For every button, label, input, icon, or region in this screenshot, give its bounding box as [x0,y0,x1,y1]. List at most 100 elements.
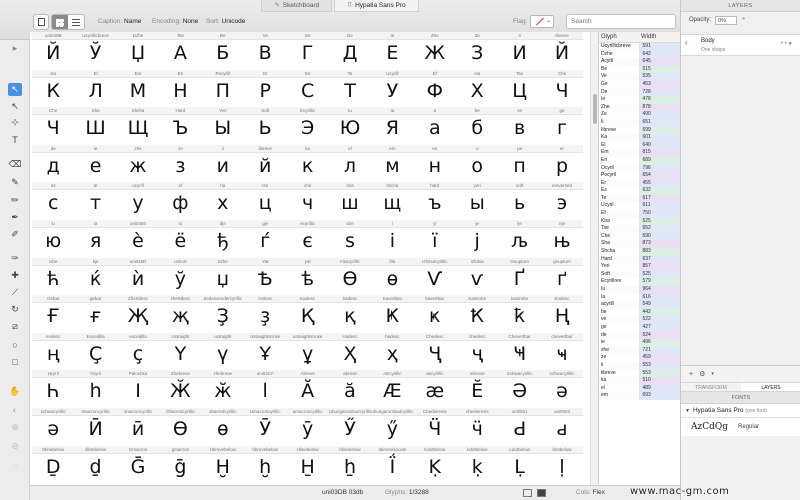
glyph-cell[interactable]: Ia Я [371,107,414,141]
glyph-cell[interactable]: ii и [201,144,244,179]
glyph-cell[interactable]: Zhebreve Ӂ [159,370,202,404]
glyph-width-cell[interactable]: 857 [638,263,680,271]
glyph-cell[interactable]: aа [413,107,456,141]
glyph-cell[interactable]: Umacroncyrillic Ӯ [244,408,287,442]
glyph-cell[interactable]: ze з [159,144,202,179]
small-tiles-icon[interactable] [523,489,532,497]
encoding-selector[interactable]: Encoding: None [152,18,198,25]
info-tool-icon[interactable]: ◌ [8,459,22,472]
glyph-cell[interactable]: soft ь [498,182,541,216]
glyph-cell[interactable]: chedesc ҷ [456,332,499,367]
glyph-cell[interactable]: de д [32,144,75,179]
glyph-cell[interactable]: Shcha Щ [116,107,160,141]
skew-tool-icon[interactable]: ⧄ [8,320,22,333]
glyph-width-cell[interactable]: 632 [638,187,680,195]
ellipse-tool-icon[interactable]: ○ [8,338,22,351]
glyph-cell[interactable]: Sha Ш [74,107,117,141]
glyph-cell[interactable]: hcyril һ [74,370,117,404]
glyph-width-cell[interactable]: 964 [638,286,680,294]
glyph-cell[interactable]: Imacroncyrillic Ӣ [74,408,117,442]
glyph-cell[interactable]: obarredcyrillic ө [201,408,244,442]
glyph-cell[interactable]: Chevertbar Ҹ [498,332,541,367]
glyph-cell[interactable]: hlinebelow ẖ [328,445,372,480]
glyph-cell[interactable]: Fitacyrillic Ѳ [328,257,372,292]
caption-selector[interactable]: Caption: Name [98,18,141,25]
glyph-cell[interactable]: umacroncyrillic ӯ [286,408,329,442]
knife-tool-icon[interactable]: ⟋ [8,286,22,299]
list-view-button[interactable] [68,15,84,29]
table-row[interactable]: Es 632 [599,187,680,195]
glyph-width-cell[interactable]: 524 [638,331,680,340]
zoom-tool-icon[interactable]: ⊕ [8,421,22,434]
column-header-width[interactable]: Width [639,32,656,42]
glyph-cell[interactable]: Schwacyrillic Ә [498,370,541,404]
glyph-width-cell[interactable]: 496 [638,339,680,347]
glyph-cell[interactable]: dzhe џ [201,257,244,292]
glyph-cell[interactable]: chevertbar ҹ [540,332,584,367]
table-row[interactable]: Kha 525 [599,217,680,226]
glyph-cell[interactable]: dje ђ [201,220,244,254]
glyph-cell[interactable]: fita ѳ [371,257,414,292]
glyph-cell[interactable]: gje ѓ [244,220,287,254]
glyph-width-cell[interactable]: 651 [638,118,680,127]
glyph-cell[interactable]: zhe ж [116,144,160,179]
glyph-width-cell[interactable]: 459 [638,354,680,362]
table-row[interactable]: ge 427 [599,323,680,332]
glyph-cell[interactable]: Zhertdesc Җ [116,295,160,329]
font-family-row[interactable]: ▼ Hypatia Sans Pro (one font) [681,404,800,418]
glyph-cell[interactable]: em м [371,144,414,179]
table-row[interactable]: Ia 616 [599,293,680,302]
table-row[interactable]: Dzhe 642 [599,50,680,59]
glyph-cell[interactable]: Ze З [456,32,499,66]
glyph-width-cell[interactable]: 750 [638,210,680,218]
glyph-cell[interactable]: ge г [540,107,584,141]
glyph-width-cell[interactable]: 617 [638,194,680,203]
glyph-cell[interactable]: ia я [74,220,117,254]
glyph-cell[interactable]: uni04CF ӏ [244,370,287,404]
glyph-cell[interactable]: Hcyril Һ [32,370,75,404]
measure-tool-icon[interactable]: ⊹ [8,116,22,129]
glyph-cell[interactable]: hadesc ҳ [371,332,414,367]
glyph-width-cell[interactable]: 611 [638,202,680,211]
table-row[interactable]: de 524 [599,331,680,340]
guide-tool-icon[interactable]: ⊘ [8,440,22,453]
glyph-width-cell[interactable]: 878 [638,103,680,112]
pencil-tool-icon[interactable]: ✏ [8,194,22,207]
glyph-cell[interactable]: Zhe Ж [413,32,456,66]
glyph-width-cell[interactable]: 883 [638,248,680,256]
glyph-width-cell[interactable]: 490 [638,111,680,119]
glyph-width-cell[interactable]: 522 [638,316,680,324]
glyph-cell[interactable]: zhertdesc җ [159,295,202,329]
table-row[interactable]: Iu 964 [599,286,680,294]
table-row[interactable]: Pecyril 654 [599,172,680,180]
sort-selector[interactable]: Sort: Unicode [206,18,245,25]
glyph-cell[interactable]: Tse А [159,32,202,66]
glyph-cell[interactable]: zedesc ҙ [244,295,287,329]
table-row[interactable]: Shcha 883 [599,248,680,256]
glyph-cell[interactable]: nje њ [540,220,584,254]
glyph-cell[interactable]: uni0450 è [116,220,160,254]
glyph-width-cell[interactable]: 442 [638,308,680,317]
table-row[interactable]: En 689 [599,156,680,165]
glyph-cell[interactable]: Gmacron Ḡ [116,445,160,480]
glyph-cell[interactable]: ef ф [159,182,202,216]
glyph-cell[interactable]: kadesc қ [328,295,372,329]
glyph-cell[interactable]: be б [456,107,499,141]
glyph-cell[interactable]: Yeri Ы [201,107,244,141]
glyph-cell[interactable]: Idieresisacute Ḯ [371,445,414,480]
table-row[interactable]: Ef 750 [599,210,680,218]
glyph-cell[interactable]: Be Б [201,32,244,66]
glyph-cell[interactable]: Escedilla Ç [74,332,117,367]
glyph-cell[interactable]: Geupturn Ґ [498,257,541,292]
glyph-cell[interactable]: ushort ў [159,257,202,292]
glyph-cell[interactable]: Dlinebelow Ḏ [32,445,75,480]
glyph-width-cell[interactable]: 815 [638,149,680,157]
glyph-cell[interactable]: che ч [286,182,329,216]
glyph-cell[interactable]: Ucyrillicbreve Ў [74,32,117,66]
glyph-cell[interactable]: chedieresis ӵ [456,408,499,442]
opacity-field[interactable]: 0% [715,15,738,25]
flag-color-picker[interactable]: ⌄ [530,15,554,28]
table-row[interactable]: Soft 525 [599,270,680,279]
glyph-cell[interactable]: Er Р [244,69,287,104]
glyph-width-cell[interactable]: 453 [638,80,680,89]
